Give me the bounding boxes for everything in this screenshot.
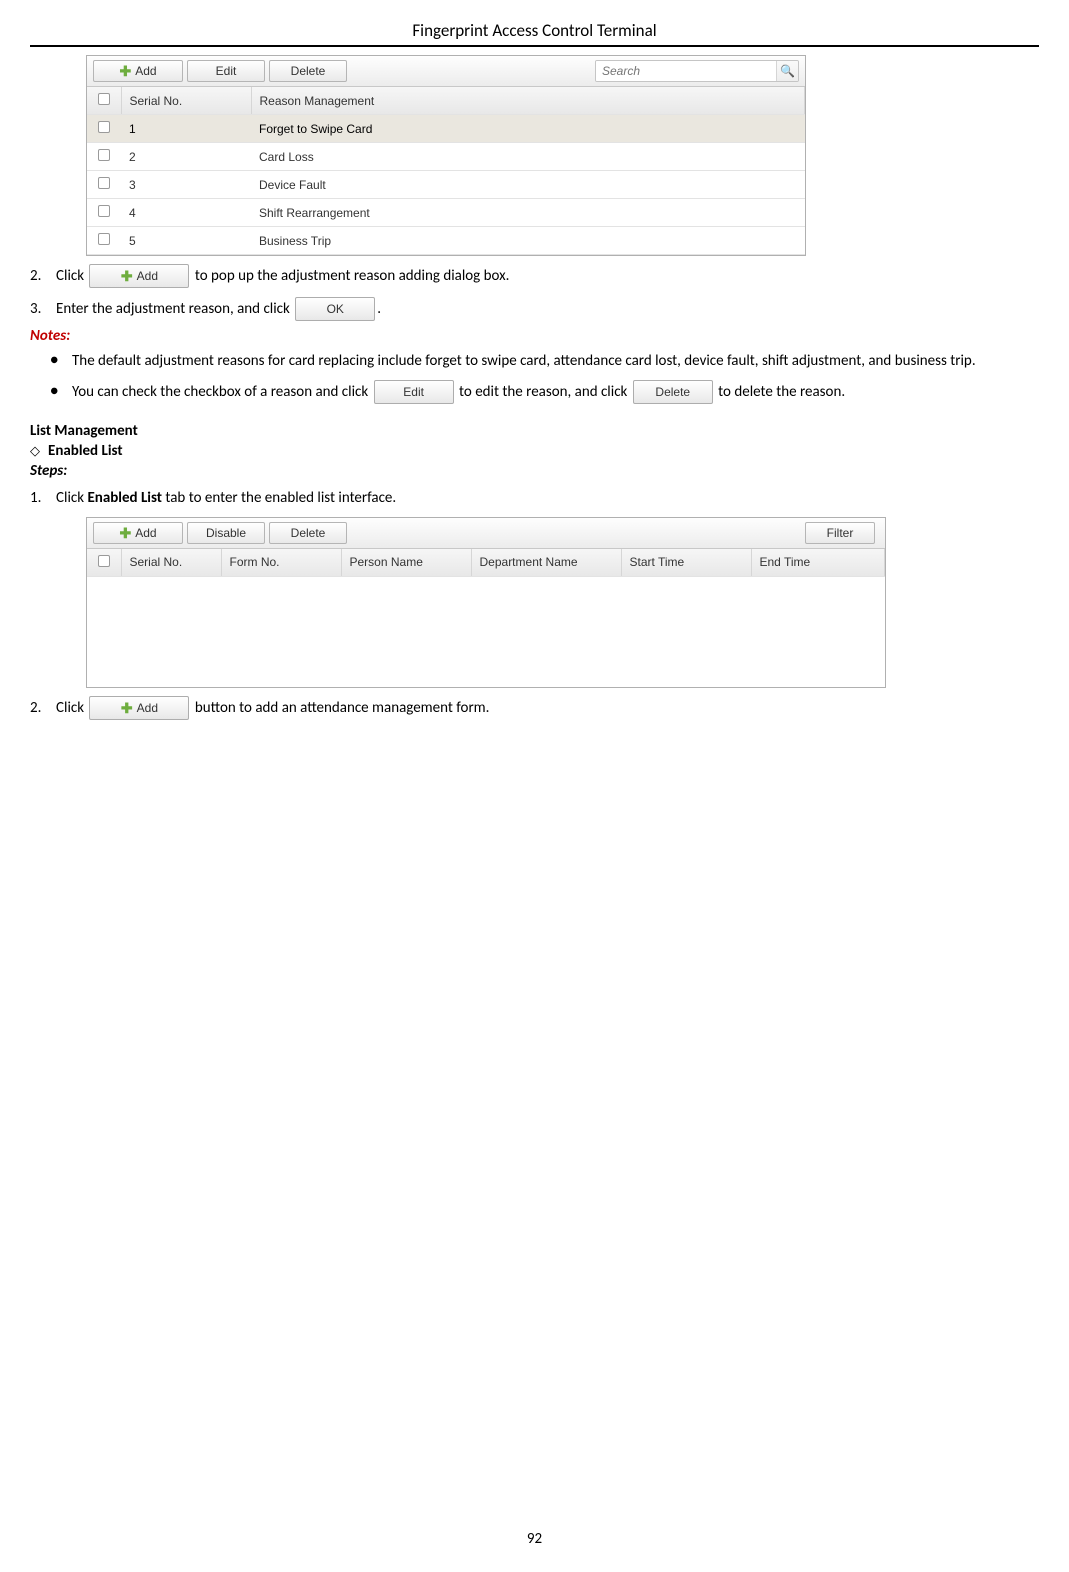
ok-button-inline[interactable]: OK (295, 297, 375, 321)
step-text: Enter the adjustment reason, and click (56, 300, 290, 318)
step-number: 2. (30, 694, 56, 723)
col-dept: Department Name (471, 549, 621, 577)
cell-serial: 4 (121, 199, 251, 227)
step-text: Click (56, 699, 84, 717)
toolbar: ✚ Add Disable Delete Filter (87, 518, 885, 549)
note-text: to delete the reason. (718, 383, 845, 401)
edit-button-inline[interactable]: Edit (374, 380, 454, 404)
enabled-list-table: Serial No. Form No. Person Name Departme… (87, 549, 885, 577)
table-row[interactable]: 4 Shift Rearrangement (87, 199, 805, 227)
subsection-label: Enabled List (48, 442, 123, 460)
cell-serial: 2 (121, 143, 251, 171)
search-box[interactable]: 🔍 (595, 60, 799, 82)
cell-reason: Shift Rearrangement (251, 199, 805, 227)
table-row[interactable]: 2 Card Loss (87, 143, 805, 171)
add-button-inline[interactable]: ✚ Add (89, 696, 189, 720)
col-reason: Reason Management (251, 87, 805, 115)
row-checkbox[interactable] (98, 233, 110, 245)
step-text: Click (56, 489, 84, 507)
section-title: List Management (30, 422, 1039, 440)
plus-icon: ✚ (119, 64, 131, 78)
row-checkbox[interactable] (98, 149, 110, 161)
col-serial: Serial No. (121, 87, 251, 115)
bullet-icon: ● (50, 347, 72, 376)
chip-label: Add (137, 265, 158, 288)
edit-button[interactable]: Edit (187, 60, 265, 82)
table-body-empty (87, 577, 885, 687)
notes-label: Notes: (30, 327, 1039, 345)
page-number: 92 (0, 1530, 1069, 1548)
cell-serial: 3 (121, 171, 251, 199)
select-all-checkbox[interactable] (98, 93, 110, 105)
search-input[interactable] (596, 61, 776, 81)
plus-icon: ✚ (121, 695, 133, 722)
col-end: End Time (751, 549, 885, 577)
plus-icon: ✚ (119, 526, 131, 540)
enabled-list-panel: ✚ Add Disable Delete Filter Serial No. F… (86, 517, 886, 688)
note-bullet-1: ● The default adjustment reasons for car… (50, 347, 1039, 376)
add-button[interactable]: ✚ Add (93, 522, 183, 544)
add-button[interactable]: ✚ Add (93, 60, 183, 82)
step-2b: 2. Click ✚ Add button to add an attendan… (30, 694, 1039, 723)
cell-reason: Device Fault (251, 171, 805, 199)
note-bullet-2: ● You can check the checkbox of a reason… (50, 378, 1039, 407)
table-row[interactable]: 5 Business Trip (87, 227, 805, 255)
step-1b: 1. Click Enabled List tab to enter the e… (30, 484, 1039, 513)
cell-reason: Card Loss (251, 143, 805, 171)
col-start: Start Time (621, 549, 751, 577)
chip-label: Add (137, 697, 158, 720)
col-person: Person Name (341, 549, 471, 577)
step-text: button to add an attendance management f… (195, 699, 490, 717)
cell-serial: 5 (121, 227, 251, 255)
toolbar: ✚ Add Edit Delete 🔍 (87, 56, 805, 87)
col-serial: Serial No. (121, 549, 221, 577)
step-text: tab to enter the enabled list interface. (165, 489, 396, 507)
step-2: 2. Click ✚ Add to pop up the adjustment … (30, 262, 1039, 291)
delete-button-inline[interactable]: Delete (633, 380, 713, 404)
table-row[interactable]: 3 Device Fault (87, 171, 805, 199)
reason-table: Serial No. Reason Management 1 Forget to… (87, 87, 805, 255)
cell-reason: Business Trip (251, 227, 805, 255)
step-number: 3. (30, 295, 56, 324)
select-all-checkbox[interactable] (98, 555, 110, 567)
step-number: 2. (30, 262, 56, 291)
step-3: 3. Enter the adjustment reason, and clic… (30, 295, 1039, 324)
bullet-icon: ● (50, 378, 72, 407)
doc-header: Fingerprint Access Control Terminal (30, 20, 1039, 47)
subsection-title: ◇ Enabled List (30, 442, 1039, 460)
disable-button[interactable]: Disable (187, 522, 265, 544)
note-text: You can check the checkbox of a reason a… (72, 383, 368, 401)
row-checkbox[interactable] (98, 205, 110, 217)
add-button-label: Add (135, 64, 156, 78)
row-checkbox[interactable] (98, 177, 110, 189)
note-text: to edit the reason, and click (459, 383, 627, 401)
table-row[interactable]: 1 Forget to Swipe Card (87, 115, 805, 143)
delete-button[interactable]: Delete (269, 60, 347, 82)
enabled-list-ref: Enabled List (87, 489, 162, 507)
filter-button[interactable]: Filter (805, 522, 875, 544)
step-text: . (377, 300, 381, 318)
diamond-icon: ◇ (30, 444, 40, 459)
row-checkbox[interactable] (98, 121, 110, 133)
step-number: 1. (30, 484, 56, 513)
add-button-label: Add (135, 526, 156, 540)
cell-serial: 1 (121, 115, 251, 143)
plus-icon: ✚ (121, 263, 133, 290)
step-text: to pop up the adjustment reason adding d… (195, 267, 510, 285)
add-button-inline[interactable]: ✚ Add (89, 264, 189, 288)
steps-label: Steps: (30, 462, 1039, 480)
cell-reason: Forget to Swipe Card (251, 115, 805, 143)
delete-button[interactable]: Delete (269, 522, 347, 544)
reason-management-panel: ✚ Add Edit Delete 🔍 Serial No. Reason Ma… (86, 55, 806, 256)
step-text: Click (56, 267, 84, 285)
search-icon[interactable]: 🔍 (776, 60, 798, 82)
note-text: The default adjustment reasons for card … (72, 347, 1039, 376)
col-form: Form No. (221, 549, 341, 577)
